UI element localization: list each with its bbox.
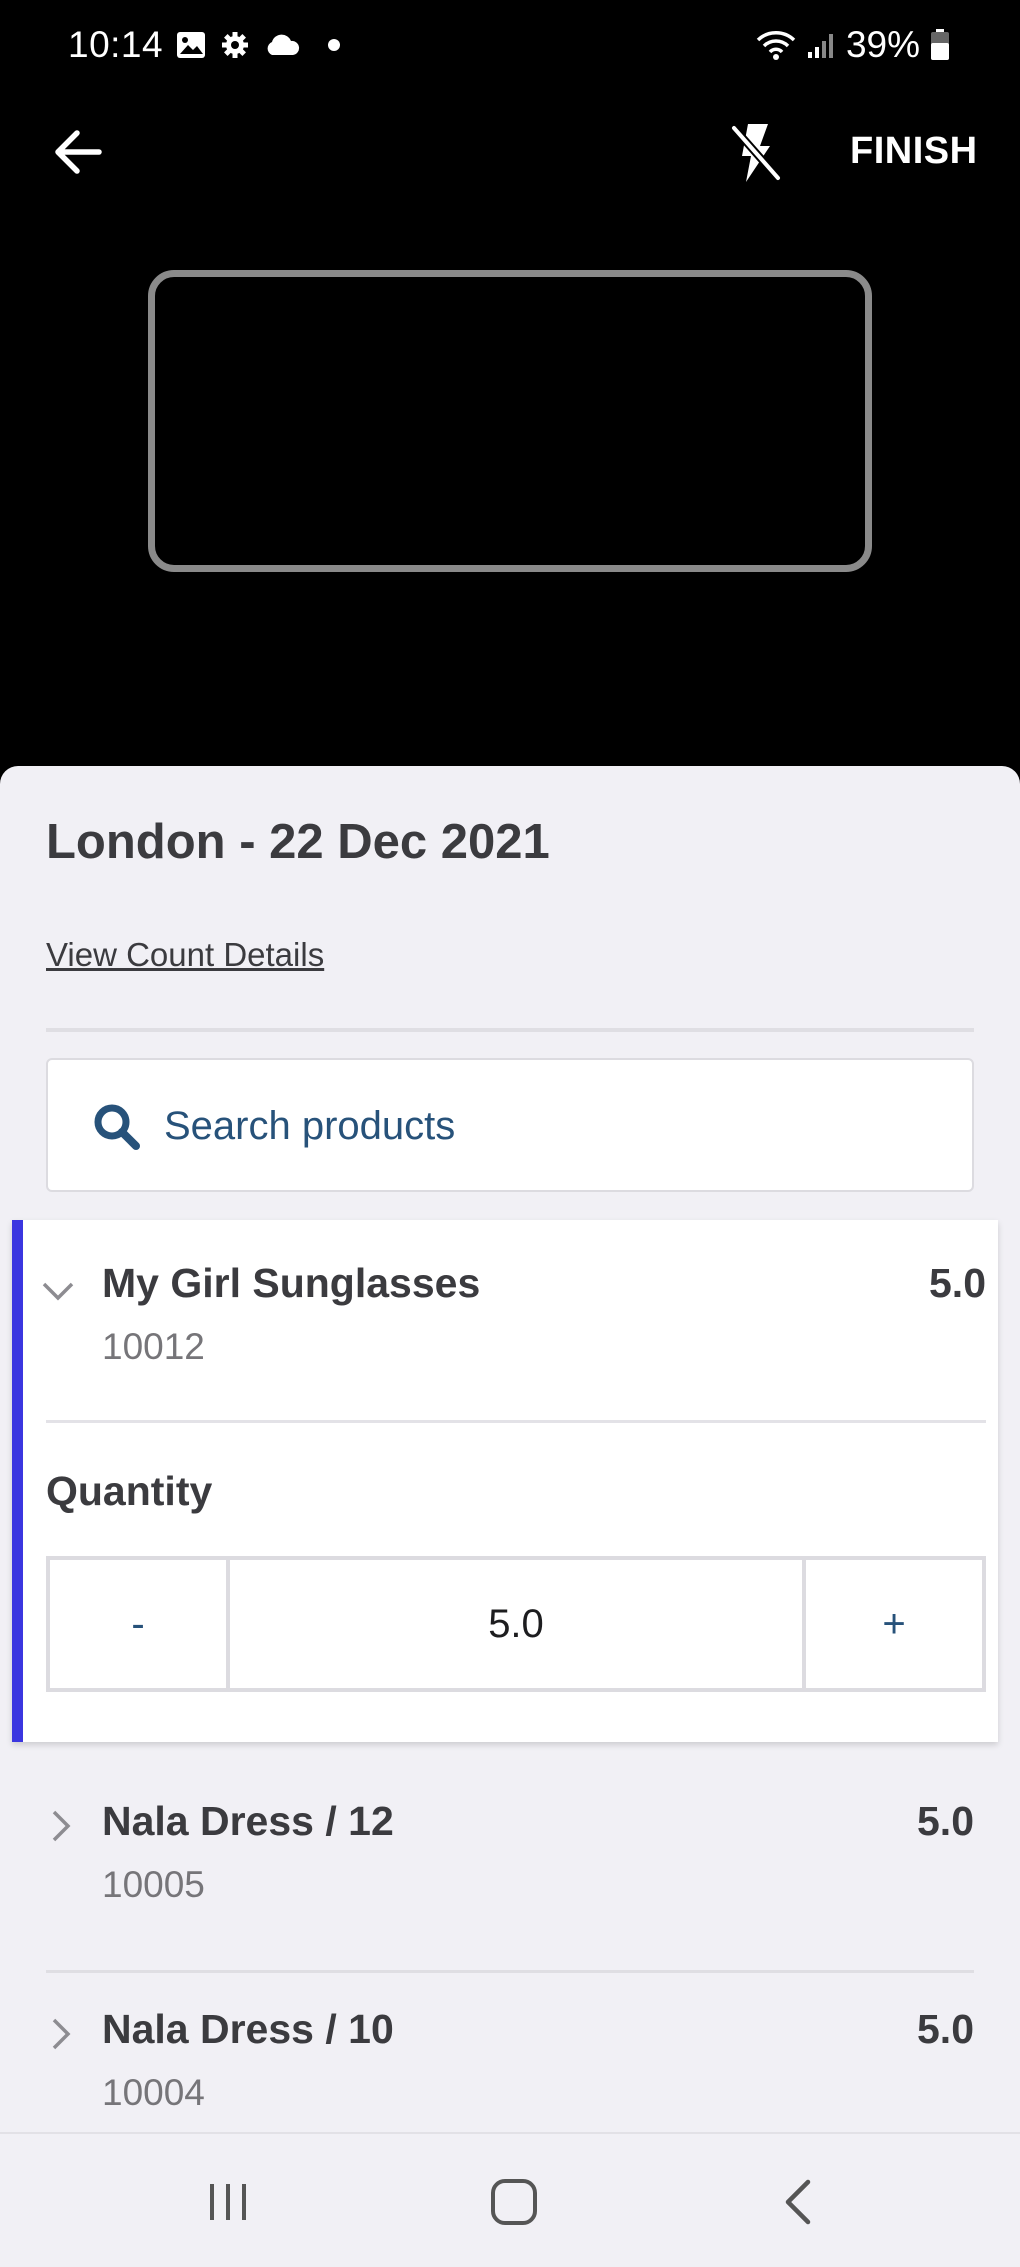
home-button[interactable] [474,2170,554,2234]
status-system-icons: 39% [756,24,950,66]
wifi-icon [756,31,796,60]
recent-apps-button[interactable] [188,2170,268,2234]
arrow-left-icon [55,130,102,174]
product-name: My Girl Sunglasses [102,1260,481,1306]
product-qty: 5.0 [917,1798,974,1844]
product-qty: 5.0 [917,2006,974,2052]
product-sku: 10012 [102,1326,205,1367]
system-back-button[interactable] [758,2170,838,2234]
search-placeholder: Search products [164,1104,456,1148]
flash-toggle-button[interactable] [726,120,786,186]
selected-accent-bar [12,1220,23,1742]
chevron-down-icon[interactable] [40,1274,76,1310]
dot-icon [328,39,340,51]
settings-icon [222,32,248,58]
product-name: Nala Dress / 10 [102,2006,394,2052]
product-sku: 10004 [102,2072,205,2113]
product-row[interactable]: Nala Dress / 10 10004 5.0 [0,1974,1020,2132]
search-icon [94,1104,140,1150]
quantity-stepper: - 5.0 + [46,1556,986,1692]
back-icon [785,2179,811,2225]
card-divider [46,1420,986,1423]
increase-button[interactable]: + [806,1560,982,1688]
search-products-input[interactable]: Search products [46,1058,974,1192]
chevron-right-icon [52,2018,71,2050]
gallery-icon [177,32,205,58]
count-title: London - 22 Dec 2021 [46,815,550,869]
scanner-frame [148,270,872,572]
back-button[interactable] [48,122,108,182]
home-icon [491,2179,537,2225]
system-nav-bar [0,2132,1020,2267]
row-divider [46,1970,974,1973]
status-notification-icons [176,30,346,60]
chevron-right-icon [52,1810,71,1842]
quantity-input[interactable]: 5.0 [226,1560,806,1688]
cloud-icon [267,34,300,55]
product-qty: 5.0 [929,1260,986,1306]
recent-apps-icon [210,2184,246,2220]
flash-off-icon [730,124,782,182]
divider [46,1028,974,1032]
count-sheet: London - 22 Dec 2021 View Count Details … [0,766,1020,2132]
quantity-label: Quantity [46,1468,213,1514]
product-name: Nala Dress / 12 [102,1798,394,1844]
screen: 10:14 39% FINISH London - 22 Dec 2021 Vi… [0,0,1020,2267]
product-row[interactable]: Nala Dress / 12 10005 5.0 [0,1766,1020,1956]
view-count-details-link[interactable]: View Count Details [46,936,324,974]
status-time: 10:14 [68,24,164,65]
battery-icon [931,29,949,60]
status-bar: 10:14 39% [0,0,1020,100]
battery-percent: 39% [845,24,920,65]
signal-icon [807,34,833,58]
product-card-expanded[interactable]: My Girl Sunglasses 10012 5.0 Quantity - … [12,1220,998,1742]
finish-button[interactable]: FINISH [850,130,978,173]
decrease-button[interactable]: - [50,1560,226,1688]
product-sku: 10005 [102,1864,205,1905]
